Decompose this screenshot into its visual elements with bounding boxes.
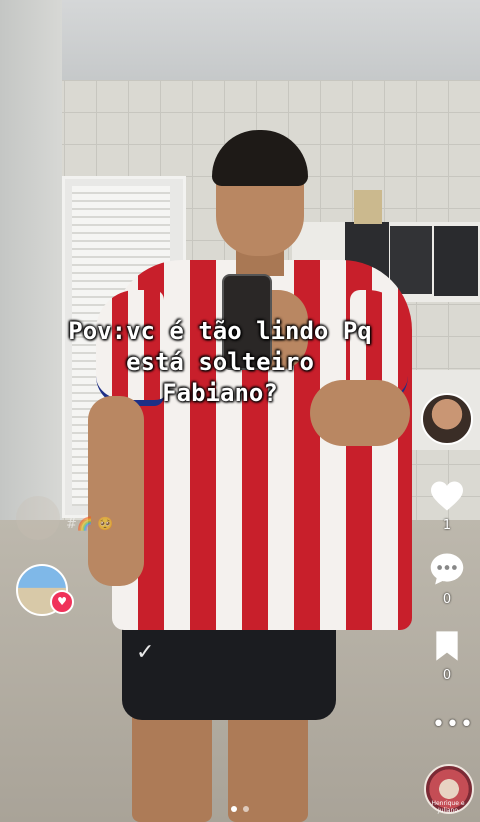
photo-box <box>390 226 432 294</box>
page-dot <box>243 806 249 812</box>
video-viewer[interactable]: ✓ Pov:vc é tão lindo Pq está solteiro Fa… <box>0 0 480 822</box>
caption-line: Pov:vc é tão lindo Pq <box>68 317 372 345</box>
page-dot-active <box>231 806 237 812</box>
save-count: 0 <box>442 668 452 683</box>
person-arm <box>88 396 144 586</box>
comment-button[interactable]: 0 <box>423 552 471 607</box>
music-disc-label: Henrique e Juliano <box>431 800 465 814</box>
comment-count: 0 <box>442 592 452 607</box>
save-button[interactable]: 0 <box>423 630 471 683</box>
faded-avatar <box>16 496 60 540</box>
comment-icon <box>430 553 464 585</box>
photo-ceiling <box>0 0 480 90</box>
bookmark-icon <box>436 631 458 661</box>
heart-badge-icon[interactable]: ♥ <box>50 590 74 614</box>
heart-icon <box>431 481 463 511</box>
video-caption: Pov:vc é tão lindo Pq está solteiro Fabi… <box>20 316 420 409</box>
like-button[interactable]: 1 <box>423 480 471 533</box>
like-count: 1 <box>442 518 452 533</box>
more-icon[interactable]: ••• <box>432 712 474 737</box>
caption-line: está solteiro <box>126 348 314 376</box>
photo-package <box>354 190 382 224</box>
swoosh-logo: ✓ <box>136 640 155 665</box>
caption-line: Fabiano? <box>162 379 278 407</box>
photo-left-wall <box>0 0 62 540</box>
faded-hashtag-text: #🌈 🥺 <box>66 517 114 532</box>
profile-avatar[interactable] <box>421 393 473 445</box>
page-indicator <box>228 797 252 816</box>
photo-box <box>434 226 478 296</box>
